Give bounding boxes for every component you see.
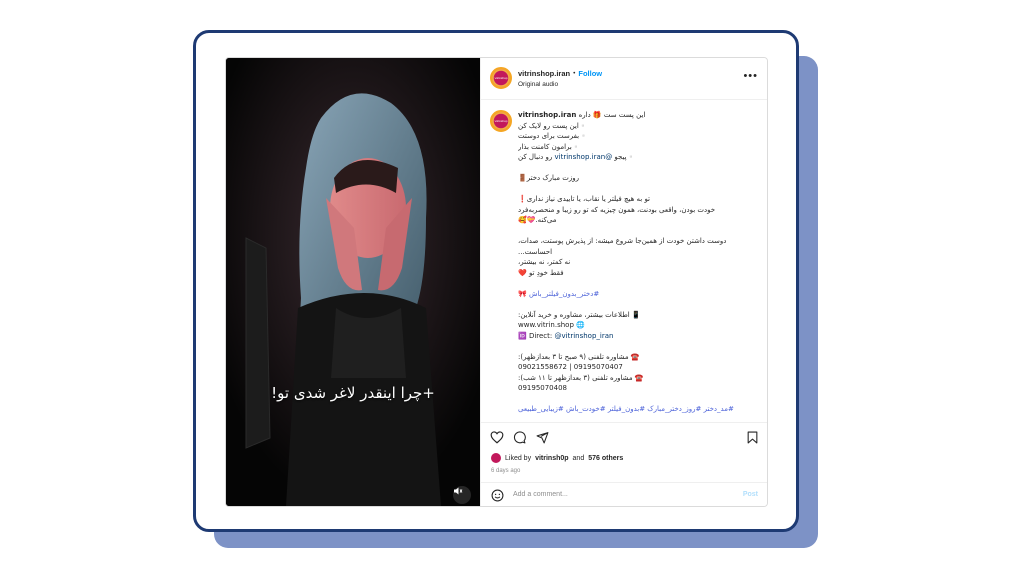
action-bar: Liked by vitrinsh0p and 576 others 6 day… [481, 422, 767, 506]
mute-button[interactable] [453, 486, 471, 504]
post-video[interactable]: +چرا اینقدر لاغر شدی تو! [226, 58, 480, 506]
caption-ltr-line: 09195070408 [518, 384, 567, 392]
caption-handle-link[interactable]: @vitrinshop.iran [555, 153, 613, 161]
caption-line: ☎️ مشاوره تلفنی (۹ صبح تا ۳ بعدازظهر): [518, 352, 640, 361]
likes-count-link[interactable]: 576 others [588, 455, 623, 462]
caption-line: احساست... [518, 247, 553, 256]
caption-first-text: این پست ست 🎁 داره [578, 111, 646, 119]
liker-avatar[interactable] [491, 453, 501, 463]
caption-handle-link[interactable]: @vitrinshop_iran [554, 332, 613, 340]
caption-line: خودت بودن، واقعی بودنت، همون چیزیه که تو… [518, 205, 716, 214]
mute-icon [454, 487, 463, 495]
caption-line: فقط خودِ تو ❤️ [518, 268, 564, 277]
caption-line: روزت مبارک دختر🚪 [518, 174, 579, 182]
post-header: vitrinshop vitrinshop.iran • Follow Orig… [481, 58, 767, 100]
bookmark-icon[interactable] [747, 431, 758, 444]
instagram-post: +چرا اینقدر لاغر شدی تو! vitrinshop vitr… [225, 57, 768, 507]
liked-by-row: Liked by vitrinsh0p and 576 others [491, 453, 623, 463]
caption-area: vitrinshop این پست ست 🎁 داره vitrinshop.… [481, 100, 767, 418]
post-timestamp[interactable]: 6 days ago [491, 468, 520, 474]
caption-ltr-line: 09021558672 | 09195070407 [518, 363, 623, 371]
caption-line: تو به هیچ فیلتر یا نقاب، یا تاییدی نیاز … [518, 195, 651, 203]
comment-box: Add a comment... Post [481, 482, 767, 506]
caption-hashtag-line[interactable]: #مد_دختر #روز_دختر_مبارک #بدون_فیلتر #خو… [518, 404, 754, 415]
caption-gap [518, 163, 754, 174]
caption-line: نه کمتر، نه بیشتر، [518, 258, 571, 266]
caption-avatar[interactable]: vitrinshop [490, 110, 512, 132]
caption-line: ▫️بفرست برای دوستت [518, 132, 588, 140]
caption-line: 📱 اطلاعات بیشتر، مشاوره و خرید آنلاین: [518, 310, 641, 319]
caption-gap [518, 226, 754, 237]
caption-gap [518, 278, 754, 289]
caption-gap [518, 341, 754, 352]
follow-button[interactable]: Follow [578, 69, 602, 78]
caption-text: این پست ست 🎁 داره vitrinshop.iran ▫️این پ… [518, 110, 754, 415]
caption-gap [518, 184, 754, 195]
caption-direct-line: 🆔 Direct: @vitrinshop_iran [518, 331, 614, 340]
header-username[interactable]: vitrinshop.iran [518, 69, 570, 78]
video-frame-illustration [226, 58, 480, 506]
caption-line: ☎️ مشاوره تلفنی (۳ بعدازظهر تا ۱۱ شب): [518, 373, 644, 382]
post-comment-button[interactable]: Post [743, 491, 758, 498]
comment-input[interactable]: Add a comment... [513, 491, 568, 498]
caption-gap [518, 394, 754, 405]
post-side-panel: vitrinshop vitrinshop.iran • Follow Orig… [480, 58, 767, 506]
caption-gap [518, 299, 754, 310]
caption-line: ▫️برامون کامنت بذار [518, 142, 581, 151]
caption-line: ▫️این پست رو لایک کن [518, 121, 588, 130]
more-icon[interactable]: ••• [743, 70, 758, 82]
emoji-icon[interactable] [491, 489, 504, 502]
heart-icon[interactable] [490, 431, 504, 444]
avatar[interactable]: vitrinshop [490, 67, 512, 89]
caption-author[interactable]: vitrinshop.iran [518, 111, 576, 119]
caption-first-line: این پست ست 🎁 داره vitrinshop.iran [518, 110, 754, 121]
video-overlay-text: +چرا اینقدر لاغر شدی تو! [271, 384, 435, 402]
caption-line: دوست داشتن خودت از همین‌جا شروع میشه: از… [518, 237, 727, 245]
comment-icon[interactable] [513, 431, 526, 444]
liked-by-user[interactable]: vitrinsh0p [535, 455, 568, 462]
liked-by-prefix: Liked by [505, 454, 532, 462]
caption-mention-line: ▫️پیجو @vitrinshop.iran رو دنبال کن [518, 153, 636, 161]
header-separator: • [573, 70, 576, 77]
caption-line: می‌کنه.💝🥰 [518, 216, 557, 224]
caption-hashtag-line[interactable]: #دختر_بدون_فیلتر_باش 🎀 [518, 289, 754, 300]
share-icon[interactable] [536, 431, 549, 444]
caption-ltr-line: www.vitrin.shop 🌐 [518, 321, 585, 329]
liked-by-and: and [572, 454, 585, 462]
original-audio-link[interactable]: Original audio [518, 81, 558, 88]
